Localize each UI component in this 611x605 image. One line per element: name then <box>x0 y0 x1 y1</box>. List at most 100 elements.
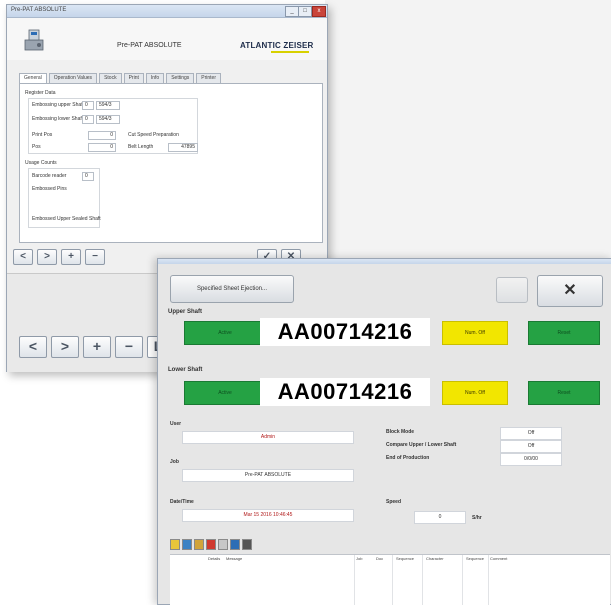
speed-value: 0 <box>414 511 466 524</box>
log-col-sequence-2[interactable]: Sequence <box>466 556 484 561</box>
log-divider <box>462 555 463 605</box>
barcode-reader-label: Barcode reader <box>32 173 67 179</box>
tab-printer[interactable]: Printer <box>196 73 222 83</box>
add-button[interactable]: + <box>61 249 81 265</box>
embossing-lower-count[interactable]: 594/3 <box>96 115 120 124</box>
disabled-button[interactable] <box>496 277 528 303</box>
print-pos-field[interactable]: 0 <box>88 131 116 140</box>
brand-underline <box>271 51 309 53</box>
lower-num-off-status: Num. Off <box>442 381 508 405</box>
log-divider <box>392 555 393 605</box>
tab-general[interactable]: General <box>19 73 47 83</box>
previous-button[interactable]: < <box>13 249 33 265</box>
log-toolbar <box>170 539 252 550</box>
datetime-value: Mar 15 2016 10:46:45 <box>182 509 354 522</box>
background-panel <box>325 0 611 260</box>
log-divider <box>488 555 489 605</box>
main-nav-row: < > + − L <box>19 336 169 358</box>
maximize-button[interactable]: □ <box>298 6 312 17</box>
upper-shaft-label: Upper Shaft <box>168 309 203 315</box>
end-production-value: 0/0/00 <box>500 453 562 466</box>
next-button[interactable]: > <box>37 249 57 265</box>
folder-icon[interactable] <box>170 539 180 550</box>
register-group-label: Register Data <box>25 90 56 96</box>
user-label: User <box>170 421 182 427</box>
tab-operation-values[interactable]: Operation Values <box>48 73 98 83</box>
lower-active-button[interactable]: Active <box>184 381 266 405</box>
embossing-upper-label: Embossing upper Shaft <box>32 102 84 108</box>
log-col-job[interactable]: Job <box>356 556 362 561</box>
printer-icon[interactable] <box>242 539 252 550</box>
tab-stock[interactable]: Stock <box>99 73 122 83</box>
upper-active-button[interactable]: Active <box>184 321 266 345</box>
main-previous-button[interactable]: < <box>19 336 47 358</box>
upper-reset-button[interactable]: Reset <box>528 321 600 345</box>
settings-titlebar: Pre-PAT ABSOLUTE _ □ x <box>7 5 327 18</box>
speed-unit: S/hr <box>472 515 482 521</box>
program-title: Pre-PAT ABSOLUTE <box>117 42 182 49</box>
belt-length-label: Belt Length <box>128 144 154 150</box>
datetime-label: Date/Time <box>170 499 194 505</box>
settings-nav-row: < > + − <box>13 249 105 265</box>
document-icon[interactable] <box>218 539 228 550</box>
log-col-doc[interactable]: Doc <box>376 556 383 561</box>
main-remove-button[interactable]: − <box>115 336 143 358</box>
pos-label: Pos <box>32 144 41 150</box>
compare-shaft-value: Off <box>500 440 562 453</box>
lower-reset-button[interactable]: Reset <box>528 381 600 405</box>
user-value: Admin <box>182 431 354 444</box>
embossing-lower-label: Embossing lower Shaft <box>32 116 84 122</box>
close-window-button[interactable]: x <box>312 6 326 17</box>
embossing-upper-count[interactable]: 594/3 <box>96 101 120 110</box>
main-next-button[interactable]: > <box>51 336 79 358</box>
pos-field[interactable]: 0 <box>88 143 116 152</box>
barcode-reader-field[interactable]: 0 <box>82 172 94 181</box>
job-label: Job <box>170 459 179 465</box>
log-divider <box>422 555 423 605</box>
log-col-details[interactable]: Details <box>208 556 220 561</box>
log-col-character[interactable]: Character <box>426 556 444 561</box>
warning-icon[interactable] <box>194 539 204 550</box>
settings-tabs: General Operation Values Stock Print Inf… <box>19 73 222 83</box>
usage-group-label: Usage Counts <box>25 160 57 166</box>
upper-num-off-status: Num. Off <box>442 321 508 345</box>
belt-length-field[interactable]: 47895 <box>168 143 198 152</box>
embossed-upper-label: Embossed Upper Sealed Shaft <box>32 216 101 222</box>
log-divider <box>354 555 355 605</box>
message-log-table[interactable]: Details Message Job Doc Sequence Charact… <box>170 554 610 605</box>
embossed-pins-label: Embossed Pins <box>32 186 67 192</box>
info-icon[interactable] <box>182 539 192 550</box>
job-value: Pre-PAT ABSOLUTE <box>182 469 354 482</box>
minimize-button[interactable]: _ <box>285 6 299 17</box>
print-pos-label: Print Pos <box>32 132 53 138</box>
remove-button[interactable]: − <box>85 249 105 265</box>
tab-print[interactable]: Print <box>123 73 144 83</box>
close-production-button[interactable]: ✕ <box>537 275 603 307</box>
production-window: Specified Sheet Ejection... ✕ Upper Shaf… <box>157 258 611 605</box>
production-titlebar <box>158 259 611 264</box>
settings-header: Pre-PAT ABSOLUTE ATLANTIC ZEISER <box>7 18 327 60</box>
log-col-comment[interactable]: Comment <box>490 556 507 561</box>
speed-label: Speed <box>386 499 402 505</box>
block-mode-value: Off <box>500 427 562 440</box>
brand-logo: ATLANTIC ZEISER <box>240 41 314 50</box>
embossing-lower-field[interactable]: 0 <box>82 115 94 124</box>
chart-icon[interactable] <box>230 539 240 550</box>
tab-info[interactable]: Info <box>145 73 165 83</box>
end-production-label: End of Production <box>386 455 430 461</box>
general-tab-panel: Register Data Embossing upper Shaft 0 59… <box>19 83 323 243</box>
embossing-upper-field[interactable]: 0 <box>82 101 94 110</box>
tab-settings[interactable]: Settings <box>166 73 195 83</box>
log-col-sequence[interactable]: Sequence <box>396 556 414 561</box>
machine-logo-icon <box>24 29 44 51</box>
log-col-message[interactable]: Message <box>226 556 242 561</box>
block-mode-label: Block Mode <box>386 429 415 435</box>
lower-shaft-code: AA00714216 <box>260 378 430 406</box>
sheet-ejection-button[interactable]: Specified Sheet Ejection... <box>170 275 294 303</box>
upper-shaft-code: AA00714216 <box>260 318 430 346</box>
compare-shaft-label: Compare Upper / Lower Shaft <box>386 442 457 448</box>
main-add-button[interactable]: + <box>83 336 111 358</box>
lower-shaft-label: Lower Shaft <box>168 367 203 373</box>
error-icon[interactable] <box>206 539 216 550</box>
window-title: Pre-PAT ABSOLUTE <box>11 7 67 13</box>
